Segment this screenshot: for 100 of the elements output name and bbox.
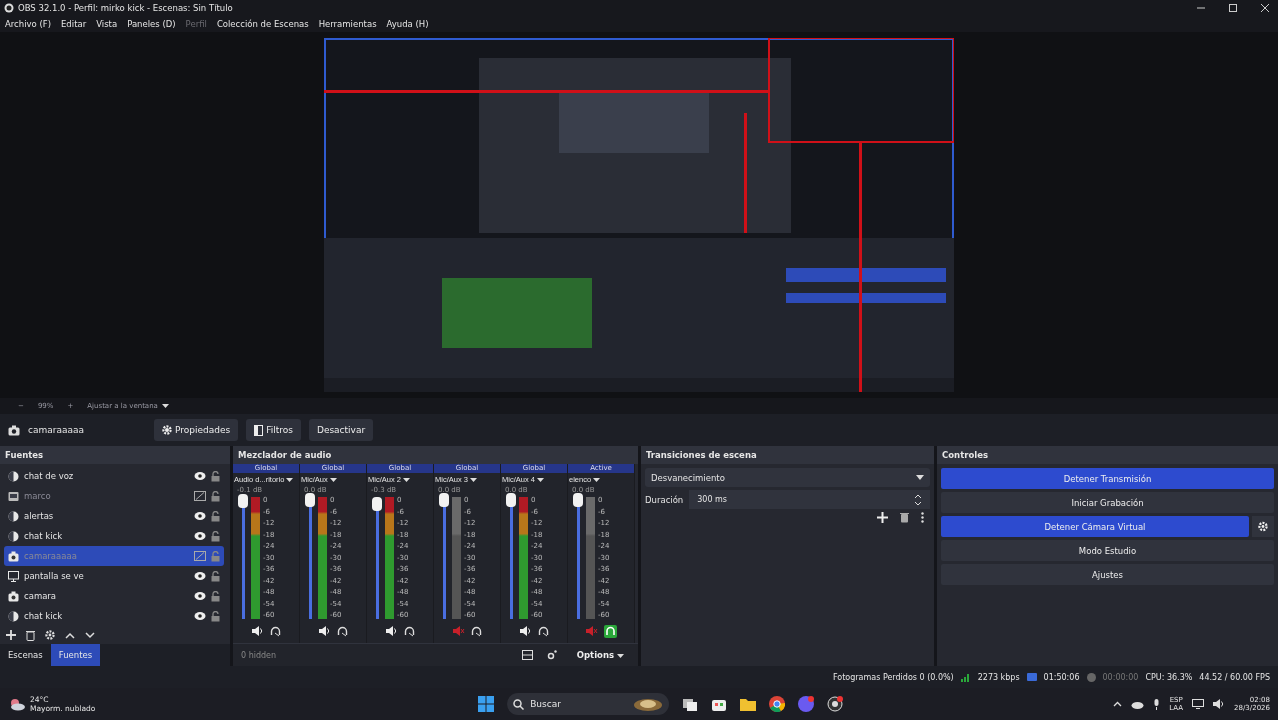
menu-item[interactable]: Ayuda (H)	[386, 19, 429, 29]
caret-icon[interactable]	[593, 477, 601, 482]
start-icon[interactable]	[478, 696, 495, 712]
speaker-icon[interactable]	[519, 626, 532, 636]
source-item[interactable]: camara	[4, 586, 224, 606]
caret-icon[interactable]	[161, 404, 169, 408]
speaker-icon[interactable]	[385, 626, 398, 636]
taskbar-search[interactable]: Buscar	[507, 693, 670, 715]
chat-app-icon[interactable]	[798, 696, 815, 712]
caret-icon[interactable]	[286, 477, 294, 482]
menu-item[interactable]: Colección de Escenas	[216, 19, 309, 29]
lock-icon[interactable]	[211, 490, 220, 502]
chevron-up-icon[interactable]	[1113, 701, 1123, 707]
volume-slider[interactable]	[238, 497, 248, 619]
source-name: alertas	[24, 511, 55, 521]
dock-title-bar: Fuentes	[0, 446, 230, 464]
browser-icon[interactable]	[769, 696, 786, 712]
lock-icon[interactable]	[211, 510, 220, 522]
add-icon[interactable]	[6, 630, 16, 640]
control-button[interactable]: Ajustes	[941, 564, 1274, 585]
eye-icon[interactable]	[194, 531, 206, 541]
settings-button[interactable]	[1252, 516, 1274, 537]
network-icon[interactable]	[1192, 699, 1205, 709]
eye-icon[interactable]	[194, 471, 206, 481]
speaker-icon[interactable]	[251, 626, 264, 636]
chevron-down-icon[interactable]	[85, 631, 95, 639]
caret-icon[interactable]	[402, 477, 410, 482]
speaker-icon[interactable]	[318, 626, 331, 636]
source-item[interactable]: alertas	[4, 506, 224, 526]
headphones-icon[interactable]	[470, 625, 482, 637]
control-button[interactable]: Modo Estudio	[941, 540, 1274, 561]
microphone-icon[interactable]	[1153, 698, 1161, 710]
caret-icon[interactable]	[469, 477, 477, 482]
layout-icon[interactable]	[521, 650, 533, 660]
more-icon[interactable]	[921, 512, 924, 523]
source-name: marco	[24, 491, 52, 501]
cloud-icon[interactable]	[1131, 699, 1145, 709]
caret-icon[interactable]	[536, 477, 544, 482]
eye-icon[interactable]	[194, 511, 206, 521]
source-item[interactable]: chat de voz	[4, 466, 224, 486]
search-icon	[513, 698, 525, 710]
caret-icon[interactable]	[329, 477, 337, 482]
caret-icon[interactable]	[916, 475, 924, 480]
toolbar-button[interactable]: Propiedades	[154, 419, 239, 441]
speaker-icon[interactable]	[1213, 699, 1226, 709]
fps-reading: 44.52 / 60.00 FPS	[1199, 672, 1270, 682]
muted-speaker-icon[interactable]	[452, 626, 465, 636]
duration-field[interactable]: 300 ms	[689, 490, 930, 509]
trash-icon[interactable]	[900, 512, 909, 523]
source-item[interactable]: pantalla se ve	[4, 566, 224, 586]
eye-icon[interactable]	[194, 571, 206, 581]
add-icon[interactable]	[877, 512, 888, 523]
cpu-usage: CPU: 36.3%	[1145, 672, 1193, 682]
volume-slider[interactable]	[372, 497, 382, 619]
lock-icon[interactable]	[211, 470, 220, 482]
source-name: pantalla se ve	[24, 571, 85, 581]
toolbar-button[interactable]: Desactivar	[308, 419, 374, 441]
lock-icon[interactable]	[211, 570, 220, 582]
chevron-up-icon[interactable]	[65, 631, 75, 639]
dropped-frames: Fotogramas Perdidos 0 (0.0%)	[833, 672, 954, 682]
options-button[interactable]: Options	[570, 649, 630, 661]
task-view-icon[interactable]	[682, 696, 699, 712]
stream-icon	[1026, 673, 1037, 681]
lock-icon[interactable]	[211, 530, 220, 542]
maximize-icon[interactable]	[1228, 3, 1238, 13]
source-item[interactable]: chat kick	[4, 526, 224, 546]
transition-dropdown[interactable]: Desvanecimiento	[645, 468, 930, 487]
menu-item[interactable]: Paneles (D)	[127, 19, 176, 29]
menu-item[interactable]: Vista	[96, 19, 118, 29]
folder-icon[interactable]	[740, 696, 757, 712]
dock-title-bar: Controles	[937, 446, 1278, 464]
headphones-icon[interactable]	[603, 624, 617, 638]
dock-tab[interactable]: Fuentes	[50, 644, 101, 666]
lock-icon[interactable]	[211, 590, 220, 602]
source-item[interactable]: marco	[4, 486, 224, 506]
eye-slash-icon[interactable]	[194, 551, 206, 561]
menu-item[interactable]: Archivo (F)	[5, 19, 51, 29]
dock-tab[interactable]: Escenas	[0, 644, 51, 666]
menu-item[interactable]: Herramientas	[318, 19, 377, 29]
spinner-arrows-icon[interactable]	[914, 493, 922, 506]
eye-slash-icon[interactable]	[194, 491, 206, 501]
eye-icon[interactable]	[194, 591, 206, 601]
trash-icon[interactable]	[26, 629, 35, 641]
headphones-icon[interactable]	[336, 625, 348, 637]
source-name: camara	[24, 591, 58, 601]
headphones-icon[interactable]	[537, 625, 549, 637]
lock-icon[interactable]	[211, 610, 220, 622]
headphones-icon[interactable]	[269, 625, 281, 637]
headphones-icon[interactable]	[403, 625, 415, 637]
control-button[interactable]: Iniciar Grabación	[941, 492, 1274, 513]
toolbar-button[interactable]: Filtros	[246, 419, 301, 441]
control-button[interactable]: Detener Cámara Virtual	[941, 516, 1249, 537]
close-icon[interactable]	[1260, 3, 1270, 13]
eye-icon[interactable]	[194, 611, 206, 621]
muted-speaker-icon[interactable]	[585, 626, 598, 636]
recording-app-icon[interactable]	[827, 696, 844, 712]
window-title: OBS 32.1.0 - Perfil: mirko kick - Escenas: Sin Título	[18, 3, 233, 13]
source-item[interactable]: chat kick	[4, 606, 224, 626]
control-button[interactable]: Detener Transmisión	[941, 468, 1274, 489]
menu-item[interactable]: Editar	[61, 19, 87, 29]
